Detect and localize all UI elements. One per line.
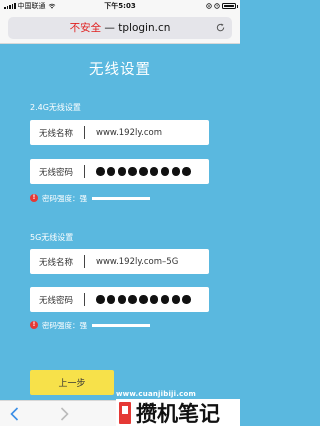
warning-icon: ! xyxy=(30,194,38,202)
battery-icon xyxy=(222,3,238,9)
section-label-24g: 2.4G无线设置 xyxy=(30,103,81,112)
ssid-field-5g[interactable]: 无线名称 www.192ly.com–5G xyxy=(30,249,209,274)
password-dot xyxy=(139,295,148,304)
password-dot xyxy=(96,295,105,304)
ssid-value-5g: www.192ly.com–5G xyxy=(96,256,179,267)
address-bar[interactable]: 不安全 — tplogin.cn xyxy=(8,16,232,39)
password-dot xyxy=(149,295,159,304)
password-dot xyxy=(182,167,191,176)
password-dot xyxy=(106,295,116,304)
password-dot xyxy=(182,295,191,304)
wifi-icon xyxy=(48,3,55,9)
section-label-5g: 5G无线设置 xyxy=(30,233,74,242)
password-dot xyxy=(128,167,137,176)
password-dot xyxy=(117,295,127,304)
ssid-label-5g: 无线名称 xyxy=(39,257,74,268)
warning-icon: ! xyxy=(30,321,38,329)
password-field-5g[interactable]: 无线密码 xyxy=(30,287,209,312)
password-dot xyxy=(160,167,170,176)
strength-text-5g: 密码强度：强 xyxy=(42,320,87,330)
password-dot xyxy=(117,167,127,176)
password-dots-24g xyxy=(85,167,191,176)
status-right xyxy=(206,3,238,9)
location-icon xyxy=(206,3,212,9)
strength-text-24g: 密码强度：强 xyxy=(42,193,87,203)
status-left: 中国联通 xyxy=(4,1,56,11)
insecure-label: 不安全 xyxy=(69,22,102,34)
forward-icon[interactable] xyxy=(60,407,69,421)
signal-icon xyxy=(4,3,16,9)
password-strength-5g: ! 密码强度：强 xyxy=(30,319,150,331)
ssid-field-24g[interactable]: 无线名称 www.192ly.com xyxy=(30,120,209,145)
watermark-logo-text: 攒机笔记 xyxy=(136,401,220,426)
ssid-label-24g: 无线名称 xyxy=(39,128,74,139)
password-dot xyxy=(106,167,116,176)
carrier-label: 中国联通 xyxy=(17,2,46,10)
password-dot xyxy=(160,295,170,304)
prev-step-button[interactable]: 上一步 xyxy=(30,370,114,395)
logo-mark-icon xyxy=(119,401,131,424)
browser-address-area: 不安全 — tplogin.cn xyxy=(0,12,240,44)
password-label-24g: 无线密码 xyxy=(39,167,74,178)
back-icon[interactable] xyxy=(10,407,19,421)
password-dot xyxy=(149,167,159,176)
page-title: 无线设置 xyxy=(89,62,151,78)
password-dot xyxy=(128,295,137,304)
password-dot xyxy=(96,167,105,176)
address-domain: tplogin.cn xyxy=(118,21,171,34)
strength-bar-24g xyxy=(92,196,150,200)
reload-icon[interactable] xyxy=(215,22,226,33)
password-label-5g: 无线密码 xyxy=(39,295,74,306)
strength-bar-5g xyxy=(92,323,150,327)
password-field-24g[interactable]: 无线密码 xyxy=(30,159,209,184)
status-bar: 中国联通 下午5:03 xyxy=(0,0,240,12)
watermark-logo: 攒机笔记 xyxy=(116,399,240,426)
password-dots-5g xyxy=(85,295,191,304)
address-separator: — xyxy=(101,21,119,34)
ssid-value-24g: www.192ly.com xyxy=(96,127,163,138)
password-dot xyxy=(171,295,181,304)
password-dot xyxy=(171,167,181,176)
password-dot xyxy=(139,167,148,176)
alarm-icon xyxy=(214,3,220,9)
password-strength-24g: ! 密码强度：强 xyxy=(30,192,150,204)
